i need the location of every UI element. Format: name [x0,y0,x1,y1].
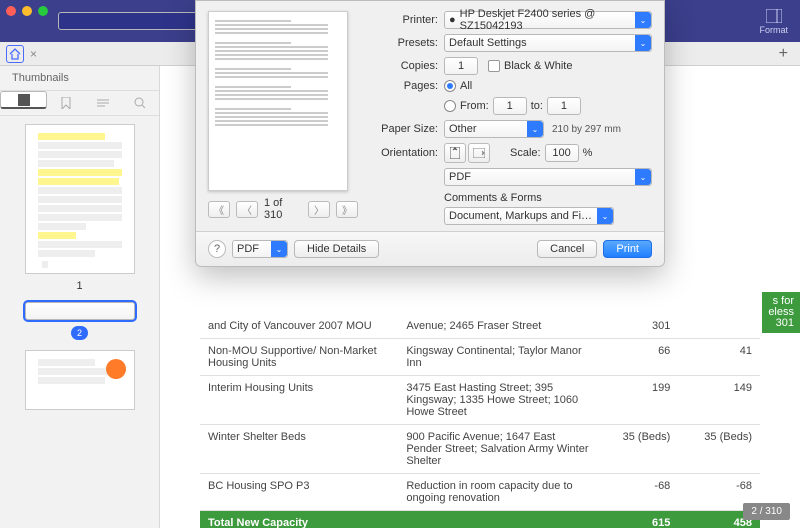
preview-first[interactable]: 《 [208,201,230,218]
printer-select[interactable]: ●HP Deskjet F2400 series @ SZ15042193⌄ [444,11,652,29]
bw-checkbox[interactable] [488,60,500,72]
thumbnails-tab[interactable] [0,91,47,109]
format-button[interactable]: Format [754,0,795,42]
preview-last[interactable]: 》 [336,201,358,218]
zoom-window[interactable] [38,6,48,16]
format-icon [765,8,783,24]
search-tab[interactable] [122,91,159,115]
cancel-button[interactable]: Cancel [537,240,597,258]
thumbnail-page-2[interactable] [25,302,135,320]
table-total-row: Total New Capacity615458 [200,511,760,528]
sidebar-mode-tabs [0,90,159,116]
pages-to-input[interactable] [547,97,581,115]
decorative-icon [106,359,126,379]
preview-next[interactable]: 〉 [308,201,330,218]
orientation-label: Orientation: [366,147,438,159]
printer-label: Printer: [366,14,438,26]
capacity-table: and City of Vancouver 2007 MOUAvenue; 24… [200,314,760,528]
dialog-footer: ? PDF⌄ Hide Details Cancel Print [196,231,664,266]
scale-pct: % [583,147,593,159]
thumbnails-sidebar: Thumbnails 1 [0,66,160,528]
new-tab[interactable]: + [773,45,794,63]
table-row: BC Housing SPO P3Reduction in room capac… [200,474,760,511]
print-preview: 《 〈 1 of 310 〉 》 [208,11,358,225]
page-indicator: 2 / 310 [743,503,790,520]
print-button[interactable]: Print [603,240,652,258]
paper-dim: 210 by 297 mm [552,124,621,135]
table-row: Interim Housing Units3475 East Hasting S… [200,376,760,425]
sidebar-title: Thumbnails [0,66,159,90]
pages-to-label: to: [531,100,543,112]
orientation-landscape[interactable] [468,143,490,163]
paper-size-select[interactable]: Other⌄ [444,120,544,138]
pages-all-radio[interactable] [444,80,456,92]
preview-page [208,11,348,191]
preview-pager: 《 〈 1 of 310 〉 》 [208,197,358,221]
help-button[interactable]: ? [208,240,226,258]
paper-label: Paper Size: [366,123,438,135]
close-tab[interactable]: × [24,47,43,61]
thumbnail-page-1[interactable] [25,124,135,274]
pdf-menu-button[interactable]: PDF⌄ [232,240,288,258]
minimize-window[interactable] [22,6,32,16]
preview-prev[interactable]: 〈 [236,201,258,218]
presets-label: Presets: [366,37,438,49]
pages-all-label: All [460,80,472,92]
bw-label: Black & White [504,60,572,72]
pages-from-radio[interactable] [444,100,456,112]
table-row: Winter Shelter Beds900 Pacific Avenue; 1… [200,425,760,474]
table-row: Non-MOU Supportive/ Non-Market Housing U… [200,339,760,376]
pages-from-input[interactable] [493,97,527,115]
print-options: Printer: ●HP Deskjet F2400 series @ SZ15… [358,11,652,225]
table-row: and City of Vancouver 2007 MOUAvenue; 24… [200,314,760,339]
pages-label: Pages: [366,80,438,92]
copies-label: Copies: [366,60,438,72]
copies-input[interactable] [444,57,478,75]
comments-select[interactable]: Document, Markups and Fi…⌄ [444,207,614,225]
close-window[interactable] [6,6,16,16]
hide-details-button[interactable]: Hide Details [294,240,379,258]
bookmarks-tab[interactable] [47,91,84,115]
orientation-portrait[interactable] [444,143,466,163]
table-header-peek: s foreless301 [762,292,800,333]
comments-header: Comments & Forms [444,192,652,204]
print-dialog: 《 〈 1 of 310 〉 》 Printer: ●HP Deskjet F2… [195,0,665,267]
scale-input[interactable] [545,144,579,162]
thumbnail-list[interactable]: 1 2 [0,116,159,528]
app-options-select[interactable]: PDF⌄ [444,168,652,186]
pages-from-label: From: [460,100,489,112]
window-controls [6,6,48,16]
thumbnail-label-2: 2 [71,326,88,340]
thumbnail-page-3[interactable] [25,350,135,410]
annotations-tab[interactable] [85,91,122,115]
presets-select[interactable]: Default Settings⌄ [444,34,652,52]
scale-label: Scale: [510,147,541,159]
home-tab[interactable] [6,45,24,63]
